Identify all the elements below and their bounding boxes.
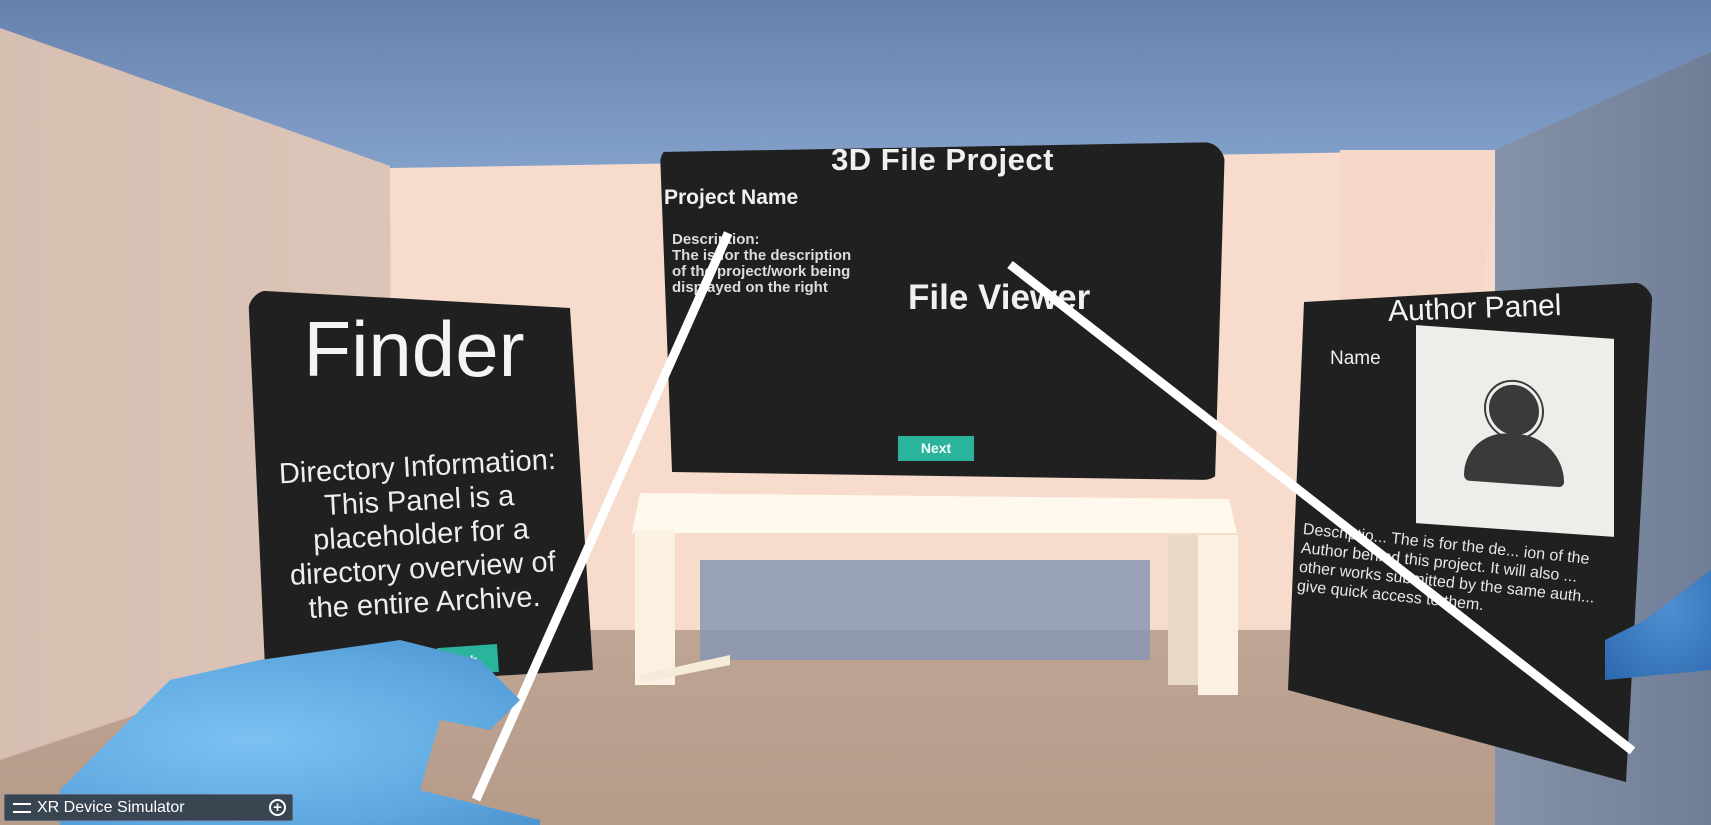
user-icon (1416, 325, 1614, 537)
table-shadow (700, 560, 1150, 660)
drag-handle-icon[interactable] (13, 803, 31, 813)
xr-simulator-label: XR Device Simulator (37, 799, 185, 816)
finder-title: Finder (303, 305, 525, 393)
table-leg-right (1198, 535, 1238, 695)
plus-circle-icon[interactable]: + (269, 799, 286, 816)
directory-information: Directory Information: This Panel is a p… (278, 443, 557, 625)
avatar-head (1486, 379, 1542, 440)
finder-panel: Finder Directory Information: This Panel… (248, 290, 593, 690)
table-top (632, 493, 1237, 533)
file-project-panel: 3D File Project Project Name Description… (660, 142, 1225, 480)
author-name-label: Name (1330, 348, 1381, 369)
xr-device-simulator-bar[interactable]: XR Device Simulator + (4, 794, 293, 821)
avatar-body (1464, 430, 1564, 488)
project-name: Project Name (664, 186, 799, 209)
next-button[interactable]: Next (898, 436, 974, 461)
table-leg-left (635, 530, 675, 685)
